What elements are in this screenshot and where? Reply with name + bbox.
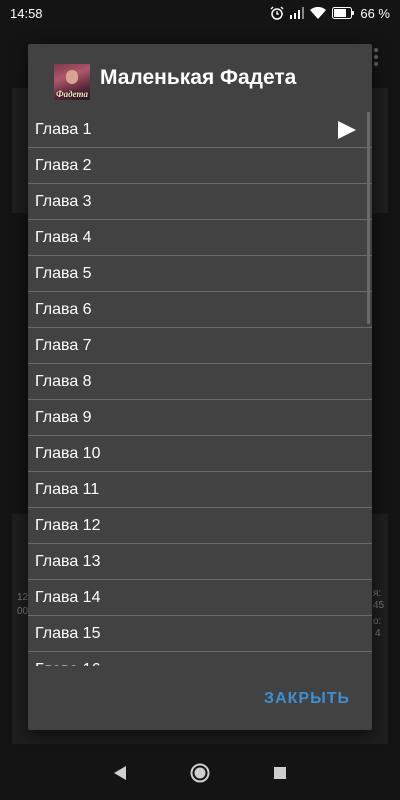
chapter-label: Глава 10 [35,444,101,462]
background-text: я: [373,588,382,599]
chapter-item[interactable]: Глава 12 [28,508,372,544]
chapter-item[interactable]: Глава 3 [28,184,372,220]
chapter-label: Глава 6 [35,300,92,318]
background-text: о: [373,616,382,627]
home-icon[interactable] [188,761,212,785]
chapter-label: Глава 11 [35,480,100,498]
chapter-item[interactable]: Глава 4 [28,220,372,256]
dialog-header: Фадета Маленькая Фадета [28,44,372,112]
wifi-icon [310,7,327,19]
chapter-list[interactable]: Глава 1 Глава 2 Глава 3 Глава 4 Глава 5 Глава… [28,112,372,666]
status-icons: 66 % [270,6,390,21]
scrollbar[interactable] [367,112,370,324]
status-bar: 14:58 66 % [0,0,400,26]
chapter-item[interactable]: Глава 11 [28,472,372,508]
chapter-item[interactable]: Глава 15 [28,616,372,652]
close-button[interactable]: ЗАКРЫТЬ [264,690,350,708]
status-time: 14:58 [10,5,43,21]
chapter-label: Глава 5 [35,264,92,282]
chapter-item[interactable]: Глава 16 [28,652,372,667]
chapter-label: Глава 2 [35,156,92,174]
battery-icon [332,7,355,19]
chapter-item[interactable]: Глава 8 [28,364,372,400]
chapter-item[interactable]: Глава 10 [28,436,372,472]
chapter-label: Глава 15 [35,624,101,642]
background-text: 45 [373,600,385,611]
chapter-item[interactable]: Глава 5 [28,256,372,292]
chapter-label: Глава 3 [35,192,92,210]
overflow-menu-icon[interactable] [374,48,378,69]
chapter-item[interactable]: Глава 14 [28,580,372,616]
signal-icon [290,7,305,19]
chapter-label: Глава 1 [35,120,92,138]
chapter-item[interactable]: Глава 2 [28,148,372,184]
cover-title: Фадета [56,89,88,99]
chapter-dialog: Фадета Маленькая Фадета Глава 1 Глава 2 Гл… [28,44,372,730]
chapter-item[interactable]: Глава 6 [28,292,372,328]
background-text: 12 [17,592,29,603]
navigation-bar [0,746,400,800]
background-text: 4 [375,628,381,639]
chapter-label: Глава 7 [35,336,92,354]
dialog-title: Маленькая Фадета [100,66,297,89]
chapter-label: Глава 14 [35,588,101,606]
chapter-item[interactable]: Глава 9 [28,400,372,436]
chapter-label: Глава 8 [35,372,92,390]
chapter-label: Глава 4 [35,228,92,246]
back-icon[interactable] [108,761,132,785]
chapter-label: Глава 13 [35,552,101,570]
chapter-item[interactable]: Глава 7 [28,328,372,364]
play-icon[interactable] [337,120,357,140]
chapter-label: Глава 12 [35,516,101,534]
chapter-item[interactable]: Глава 13 [28,544,372,580]
background-text: 00 [17,606,29,617]
book-cover-image: Фадета [54,64,90,100]
battery-percent: 66 % [360,5,390,21]
alarm-icon [270,6,284,20]
recents-icon[interactable] [268,761,292,785]
chapter-label: Глава 16 [35,661,100,667]
chapter-item[interactable]: Глава 1 [28,112,372,148]
chapter-label: Глава 9 [35,408,92,426]
